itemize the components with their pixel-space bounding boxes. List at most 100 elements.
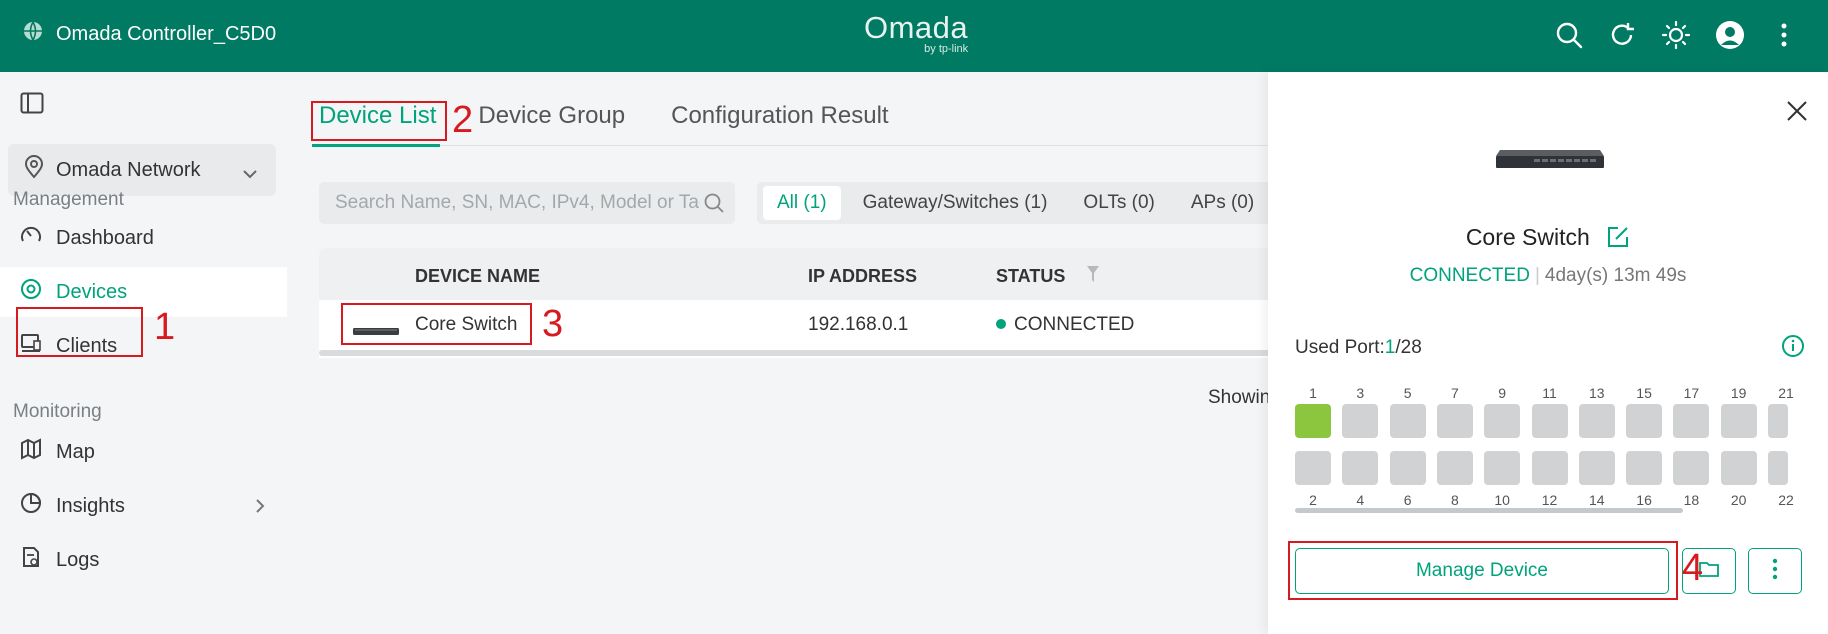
- sidebar-item-map[interactable]: Map: [0, 427, 287, 477]
- table-scrollbar[interactable]: [319, 350, 1329, 356]
- port-label: 20: [1730, 492, 1747, 508]
- port[interactable]: [1436, 404, 1473, 438]
- column-status[interactable]: STATUS: [996, 266, 1065, 287]
- section-monitoring: Monitoring: [13, 401, 102, 422]
- drawer-status-line: CONNECTED | 4day(s) 13m 49s: [1409, 265, 1687, 286]
- table-header: DEVICE NAME IP ADDRESS STATUS: [319, 248, 1329, 300]
- port-label: 11: [1542, 385, 1557, 401]
- search-icon[interactable]: [1552, 18, 1586, 52]
- port-label: 2: [1309, 492, 1317, 508]
- port[interactable]: [1578, 451, 1615, 485]
- port[interactable]: [1484, 451, 1521, 485]
- port[interactable]: [1531, 404, 1568, 438]
- active-tab-indicator: [312, 144, 440, 147]
- annotation-number-4: 4: [1682, 547, 1704, 589]
- port-label: 12: [1541, 492, 1558, 508]
- port[interactable]: [1342, 404, 1379, 438]
- port[interactable]: [1484, 404, 1521, 438]
- sidebar-item-dashboard[interactable]: Dashboard: [0, 213, 287, 263]
- search-input[interactable]: [335, 192, 700, 214]
- port-label: 6: [1403, 492, 1412, 508]
- port-label: 17: [1683, 385, 1700, 401]
- annotation-number-2: 2: [452, 99, 474, 141]
- port[interactable]: [1295, 451, 1331, 485]
- port[interactable]: [1720, 451, 1757, 485]
- tabs-divider: [312, 145, 1312, 146]
- sidebar-item-label: Dashboard: [56, 226, 154, 249]
- port[interactable]: [1768, 404, 1788, 438]
- more-actions-button[interactable]: [1748, 548, 1802, 594]
- port[interactable]: [1436, 451, 1473, 485]
- port-label: 3: [1356, 385, 1365, 401]
- port-label: 8: [1450, 492, 1459, 508]
- logs-icon: [20, 546, 42, 574]
- switch-image: [1494, 148, 1606, 170]
- port[interactable]: [1389, 451, 1426, 485]
- avatar[interactable]: [1713, 18, 1747, 52]
- theme-icon[interactable]: [1659, 18, 1693, 52]
- more-icon[interactable]: [1767, 18, 1801, 52]
- info-icon[interactable]: [1781, 334, 1805, 363]
- sidebar-collapse-icon[interactable]: [20, 92, 44, 119]
- port-label: 13: [1589, 385, 1605, 401]
- port[interactable]: [1295, 404, 1331, 438]
- port[interactable]: [1342, 451, 1379, 485]
- column-ip-address[interactable]: IP ADDRESS: [808, 266, 917, 287]
- port-label: 7: [1450, 385, 1459, 401]
- port[interactable]: [1389, 404, 1426, 438]
- port-label: 22: [1778, 492, 1794, 508]
- sidebar-item-label: Logs: [56, 548, 100, 571]
- search-icon[interactable]: [703, 192, 725, 220]
- filter-gateway-switches[interactable]: Gateway/Switches (1): [849, 186, 1062, 220]
- uptime-text: 4day(s) 13m 49s: [1544, 265, 1687, 286]
- status-text: CONNECTED: [1409, 265, 1530, 286]
- devices-icon: [20, 278, 42, 306]
- port-label: 5: [1403, 385, 1412, 401]
- sidebar-item-label: Map: [56, 440, 95, 463]
- sidebar-item-label: Devices: [56, 280, 128, 303]
- port[interactable]: [1626, 451, 1663, 485]
- status-cell: CONNECTED: [996, 314, 1134, 336]
- port[interactable]: [1531, 451, 1568, 485]
- port[interactable]: [1626, 404, 1663, 438]
- sidebar-item-label: Insights: [56, 494, 125, 517]
- port-label: 18: [1683, 492, 1700, 508]
- more-icon: [1772, 558, 1778, 585]
- refresh-icon[interactable]: [1605, 18, 1639, 52]
- site-name: Omada Network: [56, 158, 201, 181]
- tab-configuration-result[interactable]: Configuration Result: [671, 102, 888, 130]
- port-panel-scrollbar[interactable]: [1295, 508, 1683, 513]
- edit-icon[interactable]: [1606, 225, 1630, 255]
- column-device-name[interactable]: DEVICE NAME: [415, 266, 540, 287]
- section-management: Management: [13, 189, 124, 210]
- port-label: 15: [1636, 385, 1652, 401]
- port[interactable]: [1720, 404, 1757, 438]
- filter-olts[interactable]: OLTs (0): [1069, 186, 1168, 220]
- port[interactable]: [1673, 404, 1710, 438]
- port-label: 19: [1730, 385, 1747, 401]
- close-icon[interactable]: [1786, 100, 1808, 127]
- filter-icon[interactable]: [1086, 265, 1100, 288]
- annotation-number-1: 1: [154, 306, 176, 348]
- tab-device-group[interactable]: Device Group: [478, 102, 625, 130]
- port-label: 10: [1494, 492, 1510, 508]
- chevron-right-icon: [255, 497, 265, 520]
- port[interactable]: [1673, 451, 1710, 485]
- filter-all[interactable]: All (1): [763, 186, 841, 220]
- port[interactable]: [1768, 451, 1788, 485]
- annotation-number-3: 3: [542, 303, 564, 345]
- sidebar-item-insights[interactable]: Insights: [0, 481, 287, 531]
- sidebar-item-logs[interactable]: Logs: [0, 535, 287, 585]
- port-label: 14: [1589, 492, 1605, 508]
- controller-selector[interactable]: Omada Controller_C5D0: [22, 20, 276, 48]
- chevron-down-icon: [242, 162, 258, 185]
- port-label: 4: [1356, 492, 1365, 508]
- port-label: 16: [1636, 492, 1652, 508]
- ip-address-cell: 192.168.0.1: [808, 314, 909, 335]
- port-label: 21: [1778, 385, 1794, 401]
- top-bar: Omada Controller_C5D0 Omada by tp-link: [0, 0, 1828, 72]
- status-dot: [996, 319, 1006, 329]
- port[interactable]: [1578, 404, 1615, 438]
- port-label: 9: [1498, 385, 1507, 401]
- filter-aps[interactable]: APs (0): [1177, 186, 1268, 220]
